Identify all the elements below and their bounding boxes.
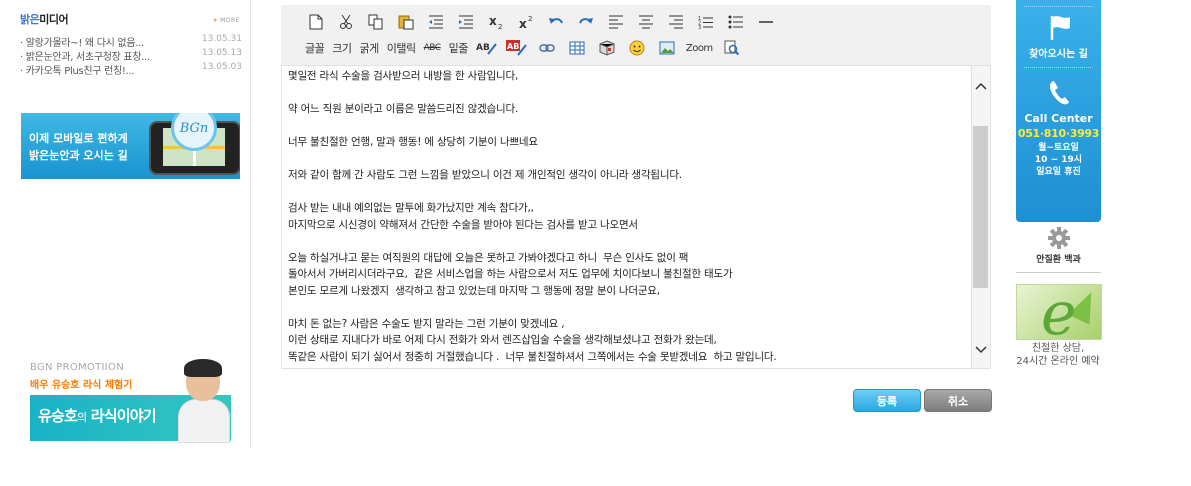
align-left-icon[interactable]: [605, 11, 627, 33]
list-item[interactable]: · 밝은눈안과, 서초구청장 표창... 13.05.13: [20, 48, 242, 62]
plus-icon: +: [212, 17, 219, 24]
left-sidebar: 밝은미디어 + MORE · 알랑가몰라~! 왜 다시 없음... 13.05.3…: [0, 0, 251, 448]
strikethrough-button[interactable]: ABC: [424, 37, 441, 59]
news-title[interactable]: · 밝은눈안과, 서초구청장 표창...: [20, 48, 185, 62]
promotion-kicker: BGN PROMOTIION: [30, 362, 124, 373]
online-consult-banner[interactable]: e: [1016, 284, 1102, 340]
align-center-icon[interactable]: [635, 11, 657, 33]
list-item[interactable]: · 카카오톡 Plus친구 런칭!... 13.05.03: [20, 62, 242, 76]
submit-button[interactable]: 등록: [853, 389, 921, 412]
vertical-scrollbar[interactable]: [971, 66, 990, 368]
redo-icon[interactable]: [575, 11, 597, 33]
emoticon-icon[interactable]: [626, 37, 648, 59]
e-logo-icon: e: [1041, 284, 1077, 340]
directions-link[interactable]: 찾아오시는 길: [1016, 45, 1101, 60]
copy-icon[interactable]: [365, 11, 387, 33]
promotion-banner[interactable]: 유승호의 라식이야기: [30, 359, 231, 443]
gear-icon[interactable]: [1016, 226, 1101, 254]
spellcheck-icon[interactable]: AB: [476, 37, 498, 59]
chevron-up-icon[interactable]: [972, 76, 990, 96]
svg-text:3: 3: [698, 25, 701, 29]
media-section-header: 밝은미디어 + MORE: [20, 8, 242, 26]
toolbar-row-2: 글꼴 크기 굵게 이탤릭 ABC 밑줄 AB AB Zoom: [305, 37, 751, 59]
horizontal-rule-icon[interactable]: [755, 11, 777, 33]
undo-icon[interactable]: [545, 11, 567, 33]
phone-number: 051·810·3993: [1017, 127, 1100, 140]
quick-menu: 찾아오시는 길 Call Center 051·810·3993 월~토요일 1…: [1016, 0, 1101, 222]
cut-icon[interactable]: [335, 11, 357, 33]
toolbar-row-1: x2 x2 123: [305, 11, 785, 33]
editor-toolbar: x2 x2 123 글꼴 크기 굵게 이탤릭 ABC 밑줄 AB AB Zoom: [281, 5, 991, 65]
paste-icon[interactable]: [395, 11, 417, 33]
divider: [1016, 272, 1101, 273]
news-title[interactable]: · 알랑가몰라~! 왜 다시 없음...: [20, 34, 185, 48]
list-item[interactable]: · 알랑가몰라~! 왜 다시 없음... 13.05.31: [20, 34, 242, 48]
bold-button[interactable]: 굵게: [360, 37, 380, 59]
superscript-icon[interactable]: x2: [515, 11, 537, 33]
svg-text:2: 2: [528, 15, 532, 23]
news-date: 13.05.13: [201, 48, 242, 58]
business-hours: 월~토요일 10 ~ 19시 일요일 휴진: [1034, 143, 1083, 177]
promotion-subtitle: 배우 유승호 라식 체험기: [30, 380, 133, 391]
image-icon[interactable]: [656, 37, 678, 59]
spellcheck-red-icon[interactable]: AB: [505, 37, 528, 59]
editor-text[interactable]: 몇일전 라식 수술을 검사받으러 내방을 한 사람입니다, 약 어느 직원 분이…: [288, 68, 970, 365]
svg-text:2: 2: [498, 23, 502, 30]
link-icon[interactable]: [536, 37, 558, 59]
cancel-button[interactable]: 취소: [924, 389, 992, 412]
editor-content-area[interactable]: 몇일전 라식 수술을 검사받으러 내방을 한 사람입니다, 약 어느 직원 분이…: [281, 65, 991, 369]
eye-disease-encyclopedia-link[interactable]: 안질환 백과: [1016, 252, 1101, 265]
subscript-icon[interactable]: x2: [485, 11, 507, 33]
outdent-icon[interactable]: [425, 11, 447, 33]
svg-text:x: x: [489, 14, 497, 28]
new-document-icon[interactable]: [305, 11, 327, 33]
rich-text-editor: x2 x2 123 글꼴 크기 굵게 이탤릭 ABC 밑줄 AB AB Zoom…: [281, 5, 991, 369]
indent-icon[interactable]: [455, 11, 477, 33]
preview-icon[interactable]: [721, 37, 743, 59]
online-consult-label[interactable]: 친절한 상담, 24시간 온라인 예약: [1005, 342, 1111, 368]
scrollbar-thumb[interactable]: [973, 126, 988, 288]
promotion-banner-text: 유승호의 라식이야기: [38, 407, 157, 425]
phone-icon: [1044, 78, 1074, 108]
actor-photo: [178, 359, 230, 443]
align-right-icon[interactable]: [665, 11, 687, 33]
news-title[interactable]: · 카카오톡 Plus친구 런칭!...: [20, 62, 185, 76]
ordered-list-icon[interactable]: 123: [695, 11, 717, 33]
mobile-banner-line1: 이제 모바일로 편하게: [29, 132, 128, 145]
chevron-down-icon[interactable]: [972, 340, 990, 360]
zoom-button[interactable]: Zoom: [686, 37, 713, 59]
flag-icon[interactable]: [1044, 12, 1074, 42]
media-title: 밝은미디어: [20, 13, 69, 26]
news-date: 13.05.03: [201, 62, 242, 72]
more-link[interactable]: + MORE: [213, 17, 240, 24]
underline-button[interactable]: 밑줄: [449, 37, 469, 59]
svg-text:x: x: [519, 17, 527, 30]
unordered-list-icon[interactable]: [725, 11, 747, 33]
size-button[interactable]: 크기: [332, 37, 352, 59]
svg-text:AB: AB: [507, 42, 519, 51]
news-date: 13.05.31: [201, 34, 242, 44]
table-icon[interactable]: [566, 37, 588, 59]
svg-text:AB: AB: [476, 43, 490, 53]
call-center-label: Call Center: [1024, 112, 1093, 125]
italic-button[interactable]: 이탤릭: [387, 37, 416, 59]
media-box-icon[interactable]: [596, 37, 618, 59]
font-button[interactable]: 글꼴: [305, 37, 325, 59]
mobile-directions-banner[interactable]: 이제 모바일로 편하게 밝은눈안과 오시는 길 BGn: [21, 113, 240, 179]
media-news-list: · 알랑가몰라~! 왜 다시 없음... 13.05.31 · 밝은눈안과, 서…: [20, 34, 242, 76]
mobile-banner-line2: 밝은눈안과 오시는 길: [29, 149, 128, 162]
